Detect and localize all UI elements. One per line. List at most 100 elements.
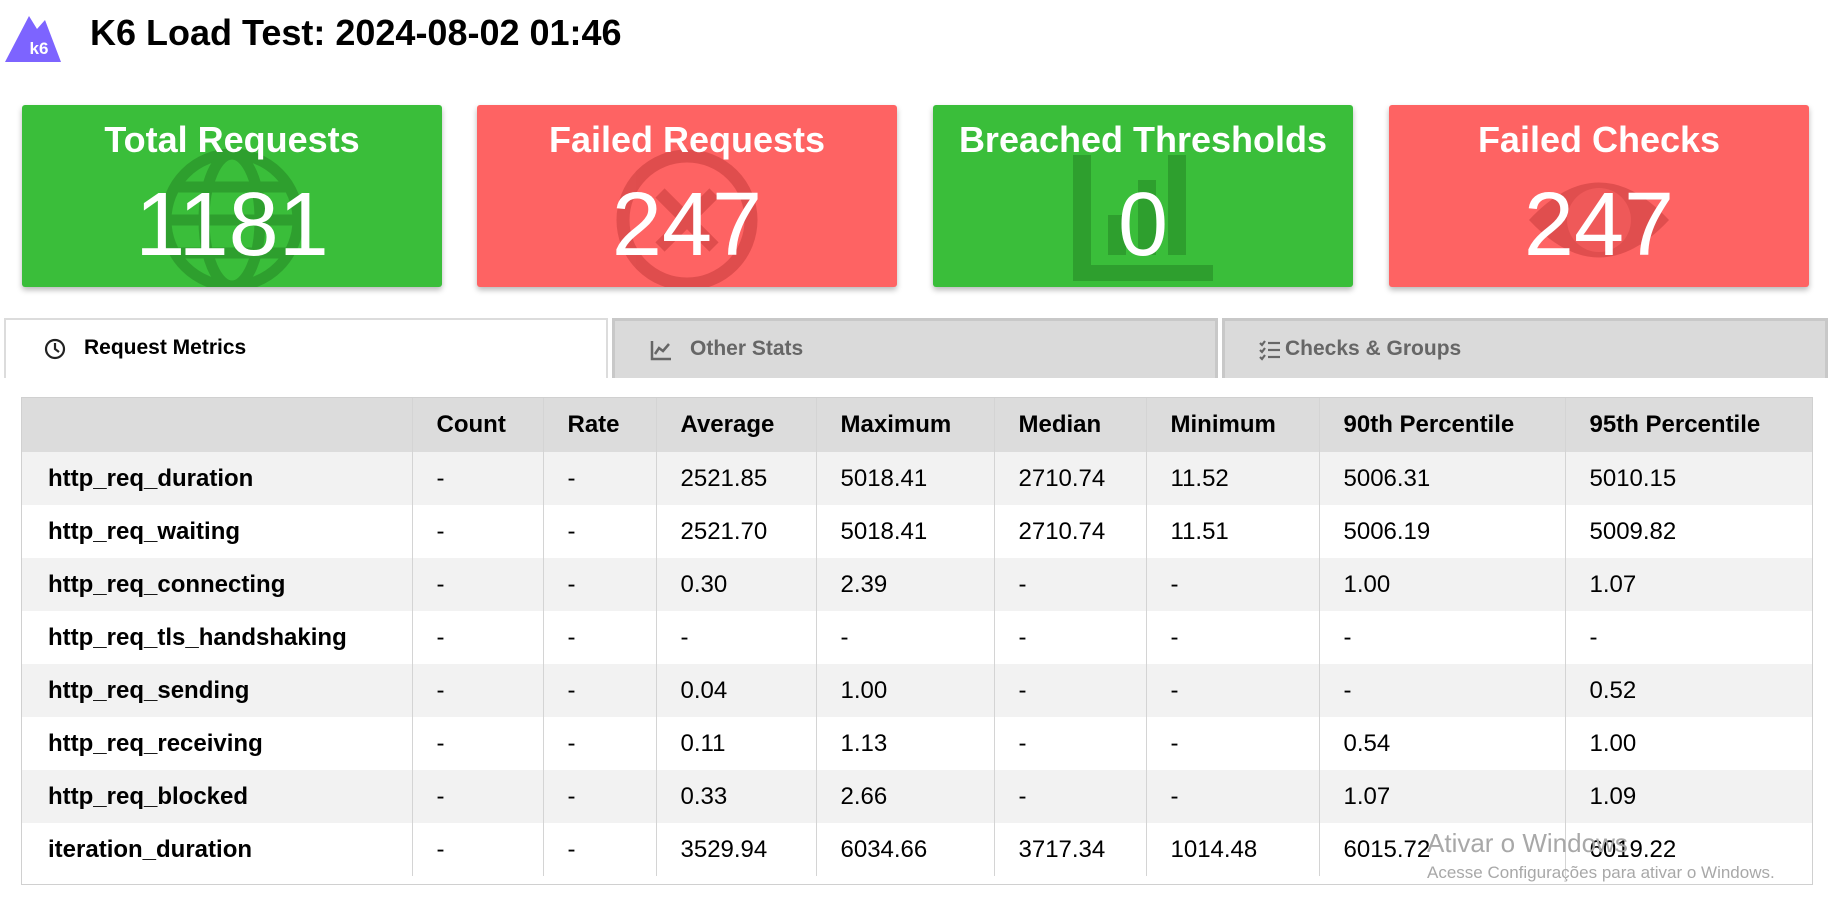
metric-value: 2710.74 <box>994 452 1147 505</box>
metric-value: 1014.48 <box>1146 823 1320 876</box>
tab-label: Checks & Groups <box>1285 337 1462 360</box>
metric-value: - <box>412 717 544 770</box>
metric-value: 1.07 <box>1319 770 1566 823</box>
tab-label: Request Metrics <box>84 336 247 359</box>
metric-name: http_req_duration <box>22 452 413 505</box>
column-header: 90th Percentile <box>1319 398 1566 452</box>
card-title: Breached Thresholds <box>958 119 1328 160</box>
tab-request-metrics[interactable]: Request Metrics <box>4 318 608 378</box>
card-value: 247 <box>611 175 763 275</box>
windows-activation-hint: Acesse Configurações para ativar o Windo… <box>1427 863 1775 882</box>
tab-other-stats[interactable]: Other Stats <box>612 318 1218 378</box>
metric-value: 3717.34 <box>994 823 1147 876</box>
metric-value: - <box>816 611 995 664</box>
metric-value: 0.33 <box>656 770 817 823</box>
metric-value: - <box>543 505 657 558</box>
card-failed-checks: Failed Checks 247 <box>1389 105 1809 287</box>
metric-value: 2710.74 <box>994 505 1147 558</box>
metric-value: - <box>994 611 1147 664</box>
metric-value: - <box>1146 558 1320 611</box>
card-value: 0 <box>1117 175 1169 275</box>
clock-icon <box>44 338 66 360</box>
column-header: Average <box>656 398 817 452</box>
logo-text: k6 <box>30 39 49 58</box>
card-value: 1181 <box>135 175 329 275</box>
metric-value: - <box>1146 770 1320 823</box>
card-failed-requests: Failed Requests 247 <box>477 105 897 287</box>
table-row: http_req_duration - -2521.85 5018.41 2710.74… <box>22 452 1812 505</box>
windows-activation-watermark: Ativar o Windows <box>1427 828 1628 858</box>
table-row: http_req_waiting - -2521.70 5018.41 2710.74 1… <box>22 505 1812 558</box>
metric-value: 0.11 <box>656 717 817 770</box>
metric-value: 11.52 <box>1146 452 1320 505</box>
metric-value: 0.54 <box>1319 717 1566 770</box>
metric-name: http_req_waiting <box>22 505 413 558</box>
tab-checks-groups[interactable]: Checks & Groups <box>1222 318 1828 378</box>
metric-value: - <box>1146 611 1320 664</box>
table-row: http_req_connecting - -0.30 2.39- -1.00 1.07 <box>22 558 1812 611</box>
metric-name: http_req_connecting <box>22 558 413 611</box>
metric-value: 2.66 <box>816 770 995 823</box>
column-header: Count <box>412 398 544 452</box>
column-header: Minimum <box>1146 398 1320 452</box>
metric-value: 5006.19 <box>1319 505 1566 558</box>
header: k6 K6 Load Test: 2024-08-02 01:46 <box>0 0 1832 70</box>
metric-value: - <box>1565 611 1812 664</box>
metric-value: - <box>1319 664 1566 717</box>
column-header: 95th Percentile <box>1565 398 1812 452</box>
metric-value: - <box>412 611 544 664</box>
metric-value: 1.07 <box>1565 558 1812 611</box>
k6-logo: k6 <box>5 16 61 62</box>
metric-value: - <box>543 611 657 664</box>
page-title: K6 Load Test: 2024-08-02 01:46 <box>90 12 622 53</box>
metric-value: 0.04 <box>656 664 817 717</box>
metric-value: 5018.41 <box>816 452 995 505</box>
table-row: http_req_receiving - -0.11 1.13- -0.54 1.00 <box>22 717 1812 770</box>
tab-label: Other Stats <box>690 337 804 360</box>
card-value: 247 <box>1523 175 1675 275</box>
metric-value: 0.30 <box>656 558 817 611</box>
metric-value: - <box>543 558 657 611</box>
metric-value: - <box>1146 717 1320 770</box>
card-title: Failed Requests <box>548 119 826 160</box>
metric-value: 5006.31 <box>1319 452 1566 505</box>
table-row: http_req_blocked - -0.33 2.66- -1.07 1.09 <box>22 770 1812 823</box>
metric-value: - <box>1146 664 1320 717</box>
metric-value: 2521.85 <box>656 452 817 505</box>
metric-value: 6034.66 <box>816 823 995 876</box>
metric-value: - <box>543 770 657 823</box>
card-title: Total Requests <box>104 119 360 160</box>
request-metrics-table: Count Rate Average Maximum Median Minimu… <box>22 398 1812 876</box>
metric-value: - <box>543 664 657 717</box>
metric-name: http_req_blocked <box>22 770 413 823</box>
metric-value: 1.00 <box>816 664 995 717</box>
column-header: Rate <box>543 398 657 452</box>
metric-value: - <box>412 558 544 611</box>
metric-value: - <box>412 664 544 717</box>
metric-value: 1.09 <box>1565 770 1812 823</box>
metric-value: - <box>543 452 657 505</box>
table-row: http_req_tls_handshaking - - - - - - - - <box>22 611 1812 664</box>
metric-name: http_req_tls_handshaking <box>22 611 413 664</box>
metric-value: - <box>412 823 544 876</box>
line-chart-icon <box>650 341 671 361</box>
checklist-icon <box>1259 340 1280 361</box>
metric-value: 2521.70 <box>656 505 817 558</box>
metric-value: - <box>994 558 1147 611</box>
column-header <box>22 398 413 452</box>
card-total-requests: Total Requests 1181 <box>22 105 442 287</box>
card-title: Failed Checks <box>1477 119 1721 160</box>
metric-value: - <box>994 770 1147 823</box>
metric-value: 11.51 <box>1146 505 1320 558</box>
metric-value: 1.00 <box>1565 717 1812 770</box>
metric-value: 2.39 <box>816 558 995 611</box>
table-row: http_req_sending - -0.04 1.00- - -0.52 <box>22 664 1812 717</box>
metric-name: http_req_sending <box>22 664 413 717</box>
metric-value: 1.13 <box>816 717 995 770</box>
metric-value: - <box>994 717 1147 770</box>
metric-value: 5018.41 <box>816 505 995 558</box>
column-header: Median <box>994 398 1147 452</box>
metric-value: - <box>994 664 1147 717</box>
metric-value: 3529.94 <box>656 823 817 876</box>
metric-value: - <box>656 611 817 664</box>
